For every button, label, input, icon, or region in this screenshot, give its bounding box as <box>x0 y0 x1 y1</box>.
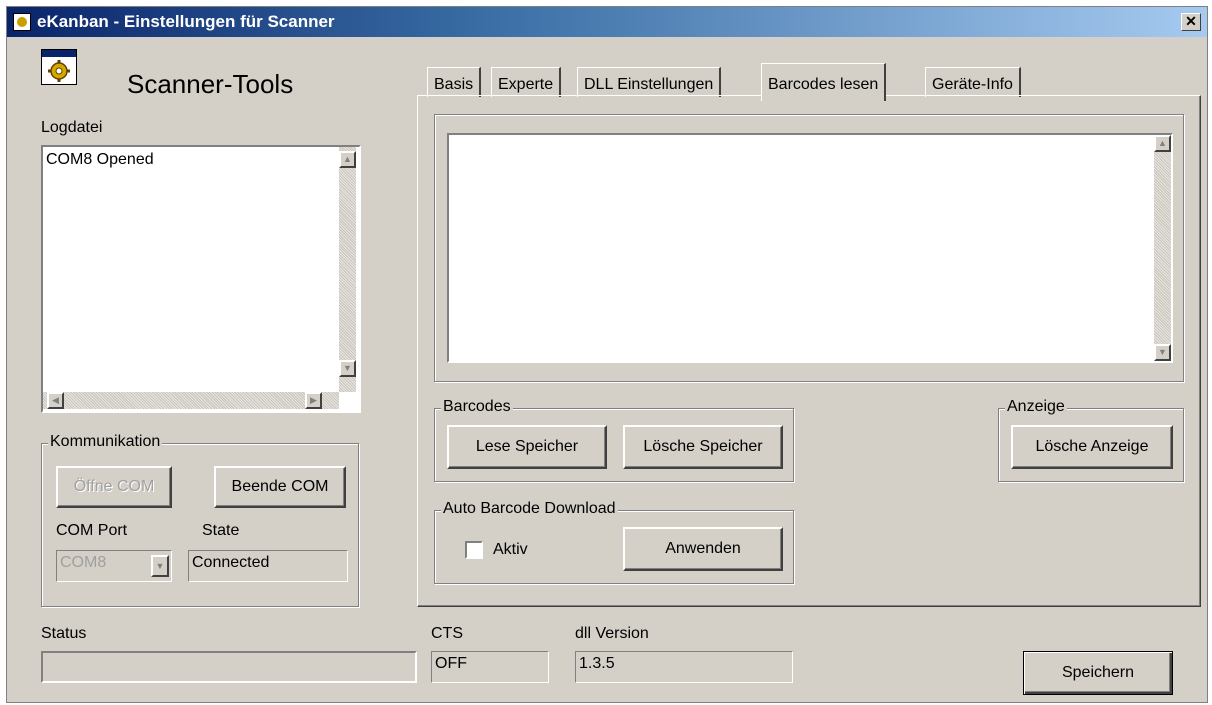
scroll-up-icon[interactable]: ▲ <box>1154 135 1171 152</box>
tab-barcodes-lesen[interactable]: Barcodes lesen <box>761 63 887 101</box>
read-memory-button[interactable]: Lese Speicher <box>447 425 607 469</box>
dll-version-field: 1.3.5 <box>575 651 793 683</box>
com-port-value: COM8 <box>60 554 107 571</box>
state-field: Connected <box>188 550 348 582</box>
auto-download-group: Auto Barcode Download Aktiv Anwenden <box>434 500 794 584</box>
active-checkbox[interactable] <box>465 541 483 559</box>
status-field <box>41 651 417 683</box>
scroll-up-icon[interactable]: ▲ <box>339 151 356 168</box>
tab-panel: ▲ ▼ Barcodes Lese Speicher Lösche Speich… <box>417 95 1201 607</box>
close-icon: ✕ <box>1185 13 1197 29</box>
apply-button[interactable]: Anwenden <box>623 527 783 571</box>
display-group: Anzeige Lösche Anzeige <box>998 398 1184 482</box>
log-listbox[interactable]: COM8 Opened ▲ ▼ ◀ ▶ <box>41 145 361 413</box>
chevron-down-icon[interactable]: ▼ <box>151 555 169 577</box>
close-button[interactable]: ✕ <box>1181 13 1201 31</box>
display-group-label: Anzeige <box>1005 398 1067 416</box>
title-bar[interactable]: eKanban - Einstellungen für Scanner ✕ <box>7 7 1207 37</box>
barcodes-group-label: Barcodes <box>441 398 513 416</box>
scroll-down-icon[interactable]: ▼ <box>1154 344 1171 361</box>
scroll-left-icon[interactable]: ◀ <box>47 392 64 409</box>
scroll-down-icon[interactable]: ▼ <box>339 360 356 377</box>
com-port-label: COM Port <box>56 522 128 539</box>
gear-icon <box>48 60 70 82</box>
communication-group: Kommunikation Öffne COM Beende COM COM P… <box>41 433 359 607</box>
scroll-right-icon[interactable]: ▶ <box>305 392 322 409</box>
barcodes-group: Barcodes Lese Speicher Lösche Speicher <box>434 398 794 482</box>
tab-geraete-info[interactable]: Geräte-Info <box>925 67 1021 97</box>
scanner-tools-icon <box>41 49 77 85</box>
cts-field: OFF <box>431 651 549 683</box>
barcode-display-frame: ▲ ▼ <box>434 114 1184 382</box>
cts-label: CTS <box>431 625 463 642</box>
window-title: eKanban - Einstellungen für Scanner <box>37 12 335 31</box>
log-vscrollbar[interactable] <box>339 147 356 392</box>
tab-basis[interactable]: Basis <box>427 67 482 97</box>
close-com-button[interactable]: Beende COM <box>214 466 346 508</box>
page-title: Scanner-Tools <box>127 69 294 99</box>
delete-memory-button[interactable]: Lösche Speicher <box>623 425 783 469</box>
communication-group-label: Kommunikation <box>48 433 163 451</box>
tab-experte[interactable]: Experte <box>491 67 562 97</box>
active-label: Aktiv <box>493 541 528 558</box>
log-label: Logdatei <box>41 119 103 136</box>
save-button[interactable]: Speichern <box>1023 651 1173 695</box>
barcode-vscrollbar[interactable] <box>1154 135 1171 361</box>
open-com-button[interactable]: Öffne COM <box>56 466 172 508</box>
status-label: Status <box>41 625 87 642</box>
log-line: COM8 Opened <box>46 151 154 168</box>
tab-dll-einstellungen[interactable]: DLL Einstellungen <box>577 67 722 97</box>
main-window: eKanban - Einstellungen für Scanner ✕ Sc… <box>6 6 1208 703</box>
dll-version-label: dll Version <box>575 625 649 642</box>
clear-display-button[interactable]: Lösche Anzeige <box>1011 425 1173 469</box>
barcode-display-textarea[interactable]: ▲ ▼ <box>447 133 1173 363</box>
com-port-select[interactable]: COM8 ▼ <box>56 550 172 582</box>
state-label: State <box>202 522 240 539</box>
auto-download-group-label: Auto Barcode Download <box>441 500 618 518</box>
app-icon <box>13 13 31 31</box>
log-hscrollbar[interactable] <box>43 392 339 409</box>
